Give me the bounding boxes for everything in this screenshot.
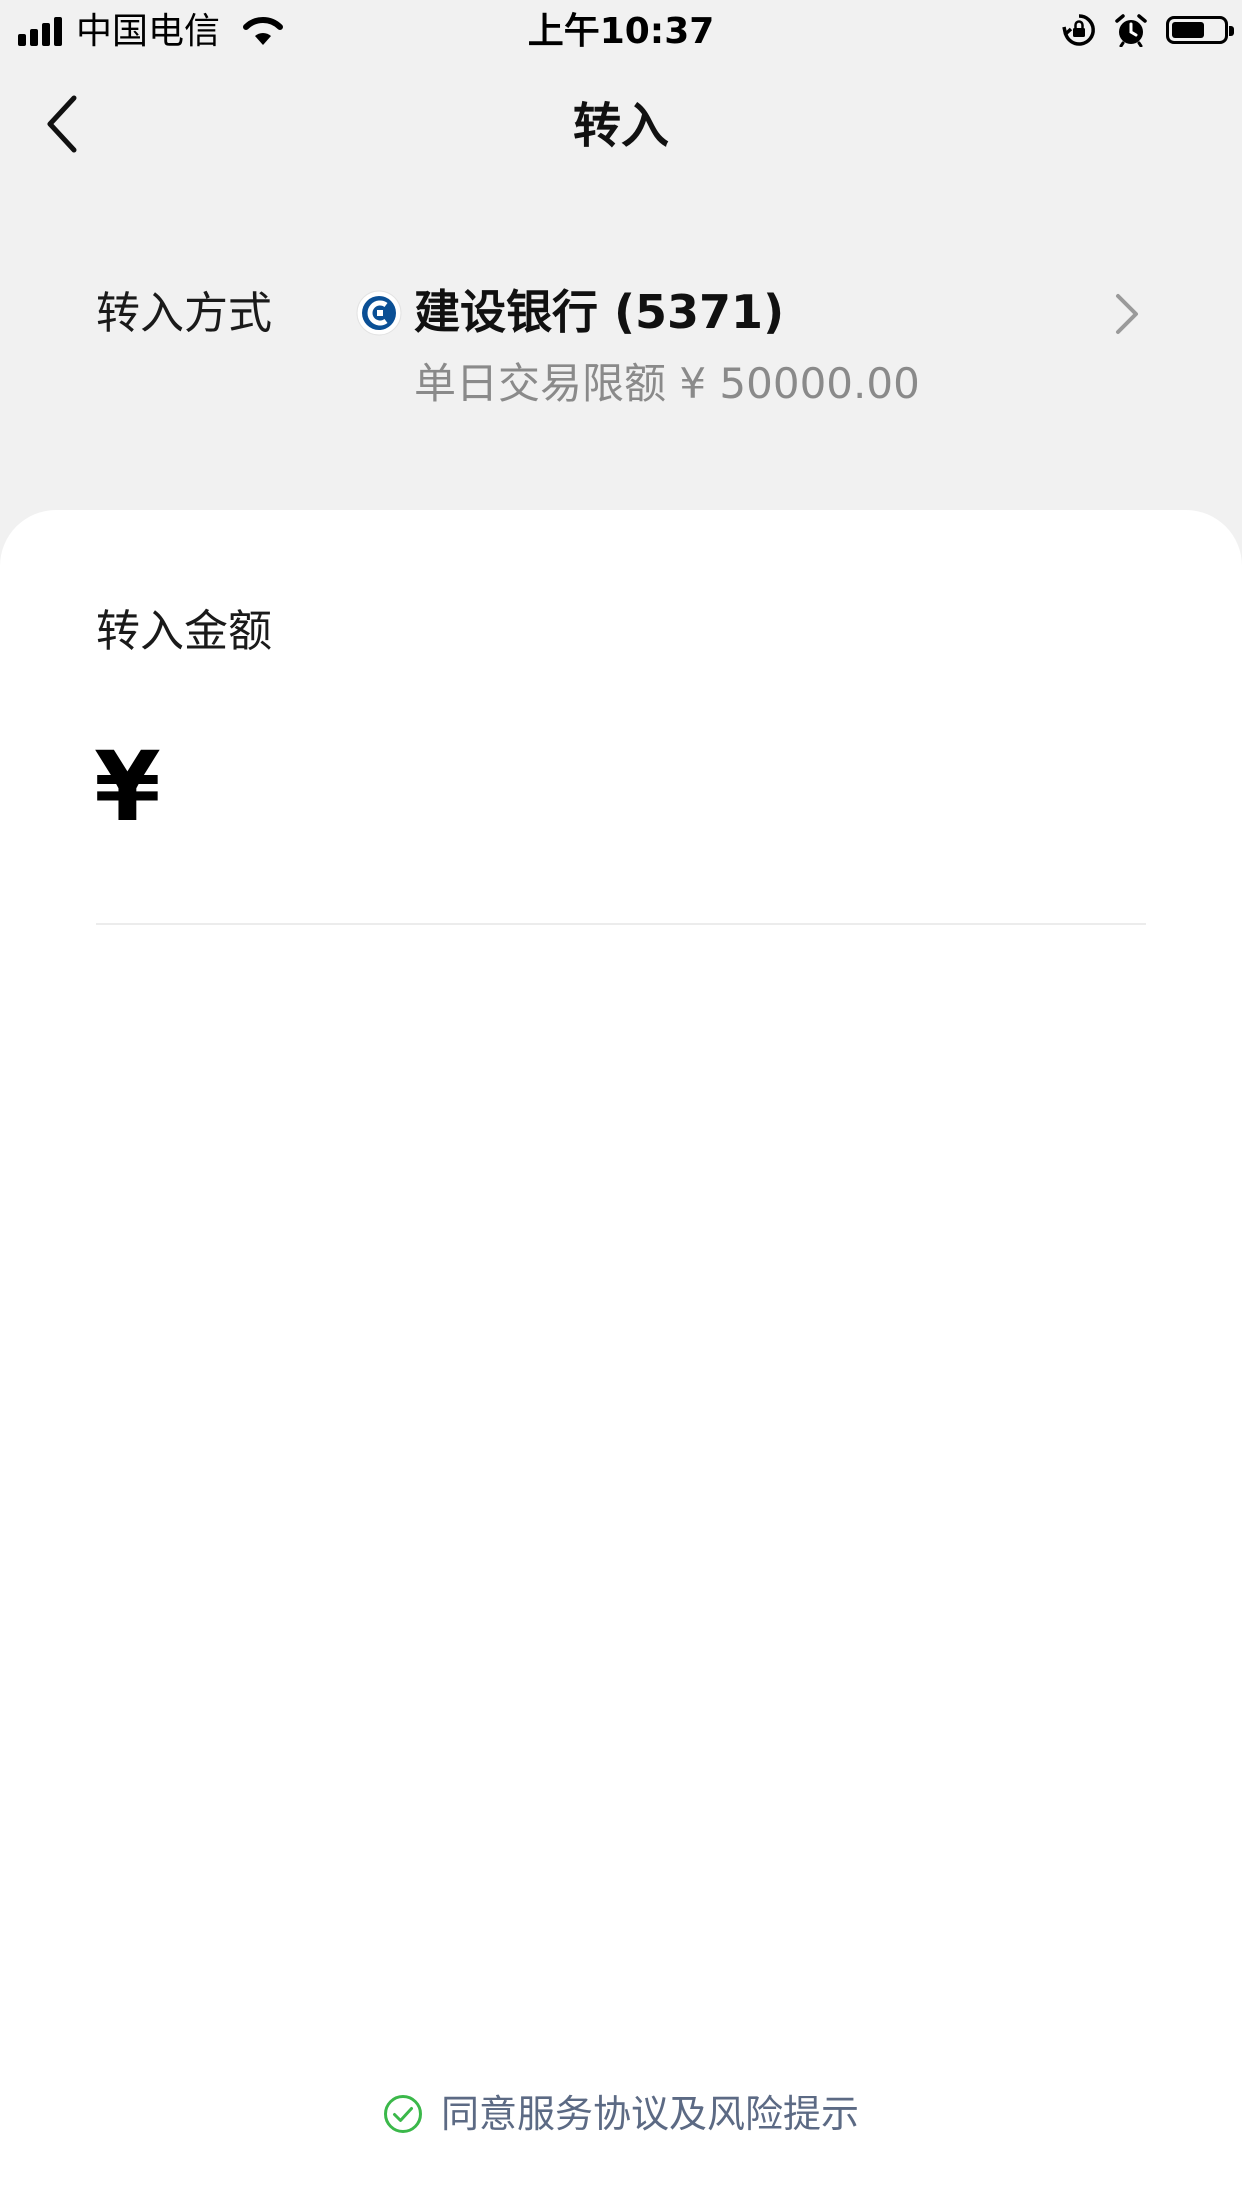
status-bar: 中国电信 上午10:37 (0, 0, 1242, 62)
rotation-lock-icon (1062, 14, 1095, 46)
page: 中国电信 上午10:37 转入 转入方式 建设银行 (5371) 单日交易限额 … (0, 0, 1242, 2208)
agreement-checkbox[interactable]: 同意服务协议及风险提示 (0, 2086, 1242, 2142)
transfer-method-selector[interactable]: 转入方式 建设银行 (5371) 单日交易限额 ¥ 50000.00 (0, 260, 1242, 440)
battery-icon (1166, 16, 1234, 44)
page-title: 转入 (572, 98, 669, 154)
amount-label: 转入金额 (96, 606, 272, 657)
status-indicators (1062, 10, 1234, 50)
transfer-method-label: 转入方式 (96, 288, 272, 339)
status-time: 上午10:37 (527, 11, 715, 52)
agreement-text[interactable]: 同意服务协议及风险提示 (441, 2088, 859, 2140)
battery-level (1172, 22, 1205, 38)
daily-limit-text: 单日交易限额 ¥ 50000.00 (414, 359, 920, 408)
bank-card-name: 建设银行 (5371) (414, 285, 785, 339)
chevron-right-icon (1116, 294, 1138, 334)
currency-symbol: ¥ (94, 731, 161, 843)
alarm-icon (1115, 14, 1147, 47)
ccb-bank-logo-icon (356, 290, 402, 336)
battery-cap (1229, 26, 1234, 36)
divider (96, 923, 1146, 925)
nav-bar: 转入 (0, 62, 1242, 190)
check-circle-icon (383, 2095, 422, 2133)
amount-input[interactable] (190, 736, 1144, 838)
amount-card: 转入金额 ¥ (0, 510, 1242, 2208)
